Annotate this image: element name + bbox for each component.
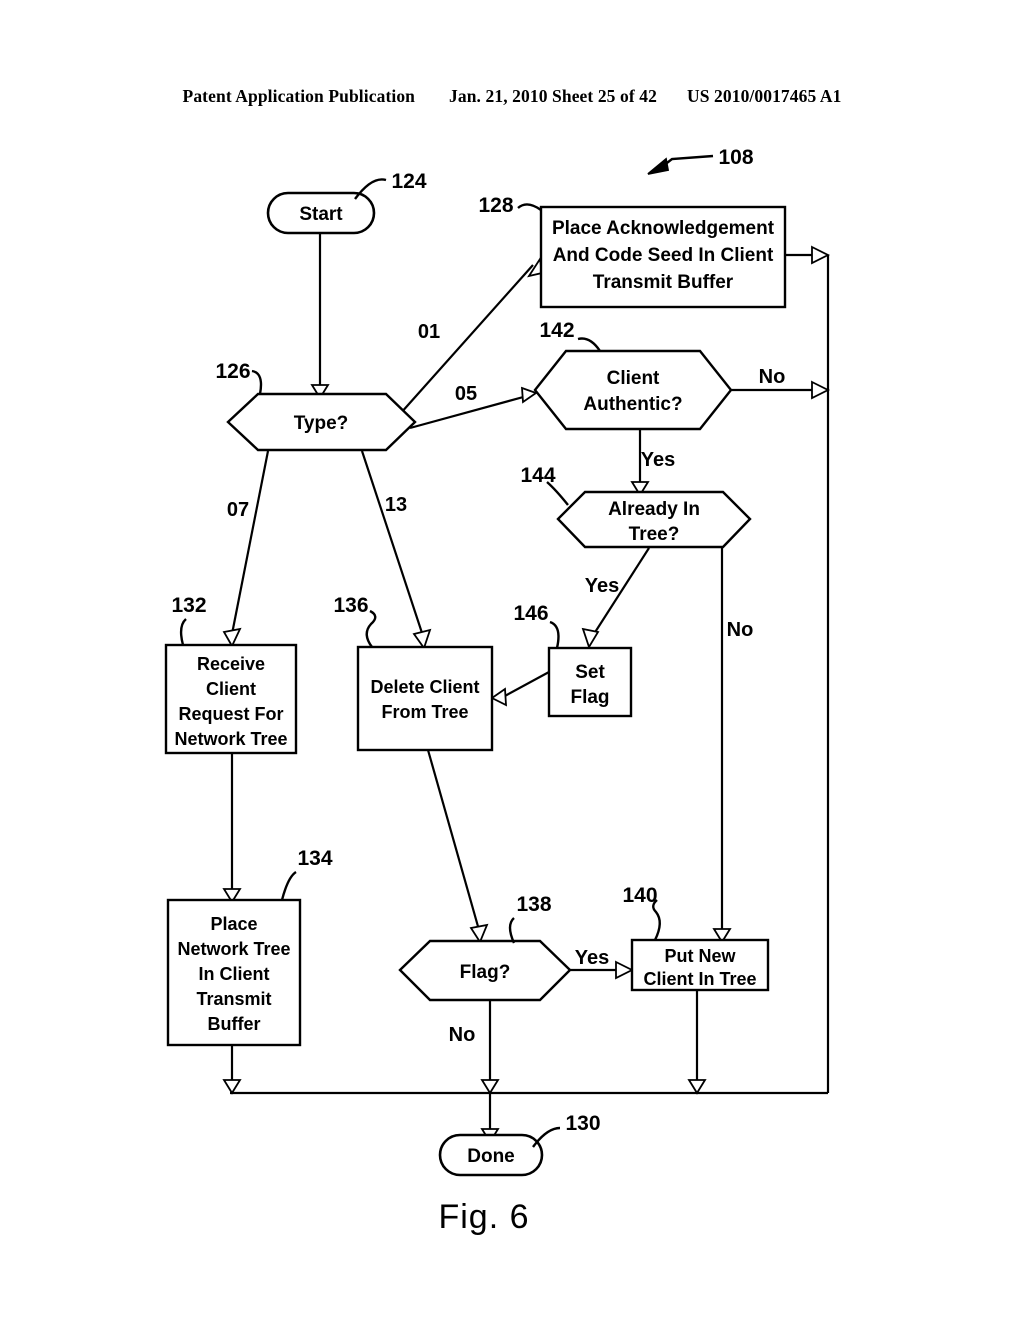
edge-label-flag-no: No [449, 1024, 476, 1046]
edge-label-flag-yes: Yes [575, 947, 609, 969]
node-place-network-line1: Place [210, 914, 257, 934]
node-place-network-tree[interactable]: Place Network Tree In Client Transmit Bu… [166, 898, 302, 1047]
ref-132: 132 [171, 594, 207, 646]
ref-142: 142 [539, 319, 601, 352]
node-client-authentic[interactable]: Client Authentic? [533, 349, 733, 431]
edge-put-new-client-to-collector [687, 990, 707, 1095]
edge-label-authentic-no: No [759, 366, 786, 388]
ref-136: 136 [333, 594, 377, 648]
ref-130: 130 [532, 1112, 601, 1148]
ref-138-label: 138 [516, 893, 551, 916]
node-place-network-line5: Buffer [208, 1014, 261, 1034]
ref-146: 146 [513, 602, 560, 649]
node-place-ack-line2: And Code Seed In Client [553, 245, 774, 266]
node-flag-label: Flag? [460, 962, 511, 983]
node-put-new-client-in-tree[interactable]: Put New Client In Tree [630, 938, 770, 992]
ref-134: 134 [280, 847, 333, 901]
node-place-network-line2: Network Tree [177, 939, 290, 959]
node-client-authentic-line1: Client [607, 368, 660, 389]
ref-138: 138 [508, 893, 552, 944]
node-receive-line1: Receive [197, 654, 265, 674]
node-place-ack-line3: Transmit Buffer [593, 272, 734, 293]
node-put-new-client-line2: Client In Tree [643, 969, 756, 989]
node-delete-client-line1: Delete Client [370, 677, 479, 697]
ref-124-label: 124 [391, 170, 426, 193]
edge-label-already-no: No [727, 619, 754, 641]
ref-124: 124 [354, 170, 427, 200]
ref-140: 140 [622, 884, 661, 941]
node-start[interactable]: Start [266, 191, 376, 235]
ref-108: 108 [647, 146, 754, 175]
node-done[interactable]: Done [438, 1133, 544, 1177]
node-flag-decision[interactable]: Flag? [398, 939, 572, 1002]
edge-place-ack-to-rail [785, 245, 831, 265]
ref-108-label: 108 [718, 146, 753, 169]
edge-type-to-delete-client [360, 450, 432, 650]
patent-figure-page: Patent Application Publication Jan. 21, 2… [0, 0, 1024, 1320]
node-delete-client-line2: From Tree [381, 702, 468, 722]
figure-caption: Fig. 6 [438, 1198, 529, 1236]
ref-126-label: 126 [215, 360, 250, 383]
ref-144: 144 [520, 464, 569, 506]
node-place-network-line4: Transmit [196, 989, 271, 1009]
edge-label-01: 01 [418, 321, 440, 343]
ref-134-label: 134 [297, 847, 332, 870]
edge-already-in-tree-yes [581, 547, 650, 650]
node-place-ack-line1: Place Acknowledgement [552, 218, 775, 239]
flowchart-figure: Place Acknowledgement --> Client Authent… [164, 146, 831, 1236]
node-set-flag-line2: Flag [570, 687, 609, 708]
edge-place-network-tree-to-collector [222, 1045, 242, 1095]
edge-type-to-receive-client [222, 450, 270, 648]
ref-126: 126 [215, 360, 263, 395]
node-delete-client-from-tree[interactable]: Delete Client From Tree [356, 645, 494, 752]
node-type-label: Type? [294, 413, 349, 434]
node-place-network-line3: In Client [199, 964, 270, 984]
edge-label-authentic-yes: Yes [641, 449, 675, 471]
node-start-label: Start [299, 204, 343, 225]
node-put-new-client-line1: Put New [664, 946, 736, 966]
node-set-flag-line1: Set [575, 662, 605, 683]
node-receive-line2: Client [206, 679, 256, 699]
edge-set-flag-to-delete-client [490, 671, 550, 707]
node-type-decision[interactable]: Type? [226, 392, 417, 452]
node-already-in-tree-line2: Tree? [629, 524, 680, 545]
ref-142-label: 142 [539, 319, 574, 342]
node-done-label: Done [467, 1146, 515, 1167]
node-set-flag[interactable]: Set Flag [547, 646, 633, 718]
node-receive-line4: Network Tree [174, 729, 287, 749]
ref-136-label: 136 [333, 594, 368, 617]
ref-144-label: 144 [520, 464, 555, 487]
ref-146-label: 146 [513, 602, 548, 625]
node-receive-client-request[interactable]: Receive Client Request For Network Tree [164, 643, 298, 755]
edge-label-07: 07 [227, 499, 249, 521]
node-already-in-tree-line1: Already In [608, 499, 700, 520]
ref-132-label: 132 [171, 594, 206, 617]
ref-140-label: 140 [622, 884, 657, 907]
edge-label-05: 05 [455, 383, 477, 405]
edge-receive-to-place-network-tree [222, 753, 242, 904]
edge-label-13: 13 [385, 494, 407, 516]
edge-delete-client-to-flag [426, 749, 489, 944]
node-already-in-tree[interactable]: Already In Tree? [556, 490, 752, 549]
node-receive-line3: Request For [178, 704, 283, 724]
ref-128-label: 128 [478, 194, 513, 217]
edge-start-to-type [310, 233, 330, 400]
ref-128: 128 [478, 194, 542, 217]
edge-already-in-tree-no [712, 548, 732, 944]
edge-label-already-yes: Yes [585, 575, 619, 597]
node-place-acknowledgement[interactable]: Place Acknowledgement And Code Seed In C… [539, 205, 787, 309]
ref-130-label: 130 [565, 1112, 600, 1135]
node-client-authentic-line2: Authentic? [583, 394, 682, 415]
edge-flag-no [480, 1000, 500, 1095]
